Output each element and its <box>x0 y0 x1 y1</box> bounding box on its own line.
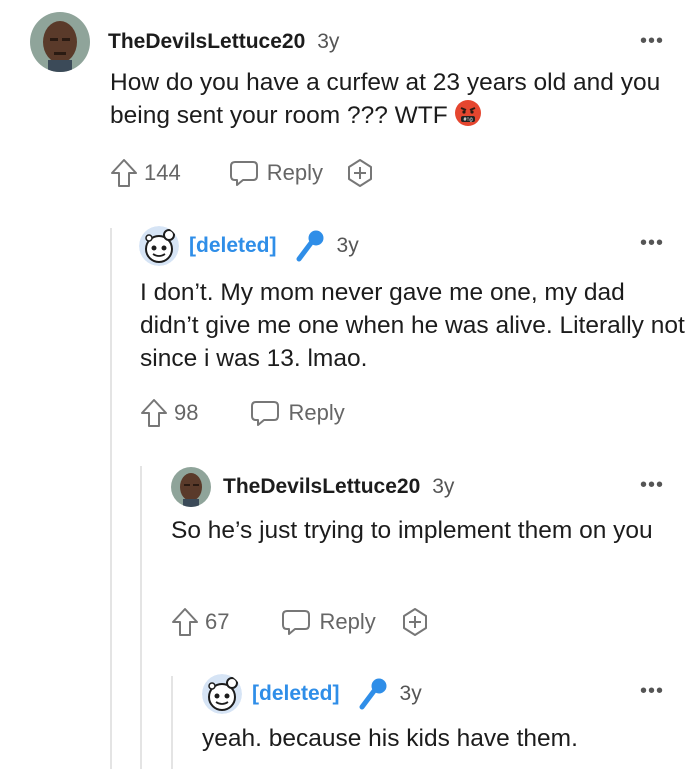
comment-age: 3y <box>399 682 422 705</box>
vote-count: 67 <box>205 609 230 634</box>
svg-text:#!@: #!@ <box>463 117 472 123</box>
more-options-icon[interactable]: ••• <box>640 31 664 51</box>
microphone-icon <box>293 229 327 263</box>
more-options-icon[interactable]: ••• <box>640 681 664 701</box>
angry-face-with-symbols-icon: #!@ <box>454 99 482 136</box>
reply-label: Reply <box>266 160 323 185</box>
username[interactable]: [deleted] <box>252 682 340 706</box>
user-avatar[interactable] <box>202 674 242 714</box>
upvote-button[interactable]: 67 <box>171 607 229 637</box>
username[interactable]: TheDevilsLettuce20 <box>108 30 305 54</box>
reply-button[interactable]: Reply <box>250 399 345 427</box>
user-avatar[interactable] <box>171 467 211 507</box>
more-options-icon[interactable]: ••• <box>640 233 664 253</box>
reply-label: Reply <box>319 609 376 634</box>
comment-text: How do you have a curfew at 23 years old… <box>110 66 680 136</box>
reply-label: Reply <box>288 400 345 425</box>
reply-button[interactable]: Reply <box>281 608 376 636</box>
comment-text: So he’s just trying to implement them on… <box>171 517 653 544</box>
award-plus-icon <box>347 159 372 187</box>
vote-count: 98 <box>174 400 199 425</box>
user-avatar[interactable] <box>139 226 179 266</box>
comment-text-content: How do you have a curfew at 23 years old… <box>110 69 661 129</box>
speech-bubble-icon <box>251 401 280 426</box>
comment-age: 3y <box>336 234 359 257</box>
user-avatar[interactable] <box>30 12 90 72</box>
reply-button[interactable]: Reply <box>229 159 323 187</box>
comment-age: 3y <box>432 475 455 498</box>
award-button[interactable] <box>345 158 375 188</box>
comment-text: I don’t. My mom never gave me one, my da… <box>140 279 685 372</box>
award-plus-icon <box>402 608 427 636</box>
username[interactable]: [deleted] <box>189 234 277 258</box>
upvote-arrow-icon <box>141 399 167 427</box>
speech-bubble-icon <box>282 610 311 635</box>
upvote-button[interactable]: 98 <box>140 398 198 428</box>
thread-line[interactable] <box>110 228 112 769</box>
microphone-icon <box>356 677 390 711</box>
speech-bubble-icon <box>229 161 258 186</box>
upvote-arrow-icon <box>111 159 137 187</box>
more-options-icon[interactable]: ••• <box>640 475 664 495</box>
vote-count: 144 <box>144 160 181 185</box>
thread-line[interactable] <box>140 466 142 769</box>
username[interactable]: TheDevilsLettuce20 <box>223 475 420 499</box>
upvote-arrow-icon <box>172 608 198 636</box>
comment-age: 3y <box>317 30 340 53</box>
upvote-button[interactable]: 144 <box>110 158 181 188</box>
thread-line[interactable] <box>171 676 173 769</box>
award-button[interactable] <box>400 607 430 637</box>
comment-text: yeah. because his kids have them. <box>202 725 578 752</box>
